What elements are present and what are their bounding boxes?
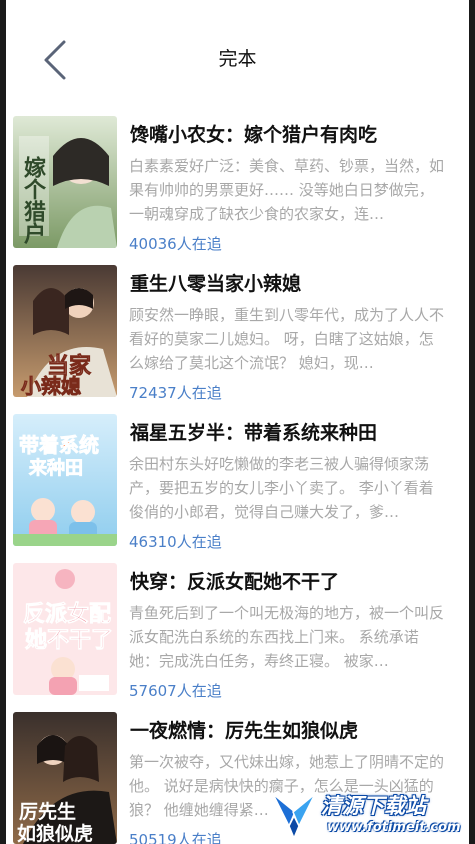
book-cover-image: 厉先生 如狼似虎 [13, 712, 117, 844]
book-title[interactable]: 重生八零当家小辣媳 [130, 269, 301, 296]
svg-text:带着系统: 带着系统 [19, 433, 99, 457]
follower-count: 40036人在追 [129, 235, 222, 253]
book-title[interactable]: 馋嘴小农女：嫁个猎户有肉吃 [130, 120, 377, 147]
book-cover-image: 嫁个猎户 [13, 116, 117, 248]
book-description: 青鱼死后到了一个叫无极海的地方，被一个叫反派女配洗白系统的东西找上门来。 系统承… [129, 604, 444, 670]
page-title: 完本 [218, 48, 257, 70]
book-cover[interactable]: 厉先生 如狼似虎 [13, 712, 117, 844]
book-cover[interactable]: 反派女配 她不干了 [13, 563, 117, 695]
book-description: 顾安然一睁眼，重生到八零年代，成为了人人不看好的莫家二儿媳妇。 呀，白瞎了这姑娘… [129, 306, 444, 372]
book-item[interactable]: 带着系统 来种田 福星五岁半：带着系统来种田 余田村东头好吃懒做的李老三被人骗得… [6, 408, 469, 557]
book-cover[interactable]: 嫁个猎户 [13, 116, 117, 248]
follower-count: 72437人在追 [129, 384, 222, 402]
book-cover[interactable]: 带着系统 来种田 [13, 414, 117, 546]
watermark-name: 清源下载站 [321, 794, 426, 818]
watermark: 清源下载站 www.fotimeit.com [263, 784, 463, 842]
book-title[interactable]: 快穿：反派女配她不干了 [130, 567, 339, 594]
app-header: 完本 [6, 0, 469, 110]
book-title[interactable]: 福星五岁半：带着系统来种田 [130, 418, 377, 445]
book-description: 余田村东头好吃懒做的李老三被人骗得倾家荡产，要把五岁的女儿李小丫卖了。 李小丫看… [129, 455, 434, 521]
follower-count: 46310人在追 [129, 533, 222, 551]
book-cover-image: 带着系统 来种田 [13, 414, 117, 546]
book-item[interactable]: 反派女配 她不干了 快穿：反派女配她不干了 青鱼死后到了一个叫无极海的地方，被一… [6, 557, 469, 706]
book-item[interactable]: 嫁个猎户 馋嘴小农女：嫁个猎户有肉吃 白素素爱好广泛：美食、草药、钞票，当然，如… [6, 110, 469, 259]
book-item[interactable]: 当家 小辣媳 重生八零当家小辣媳 顾安然一睁眼，重生到八零年代，成为了人人不看好… [6, 259, 469, 408]
svg-text:嫁个猎户: 嫁个猎户 [20, 155, 46, 245]
book-cover-image: 当家 小辣媳 [13, 265, 117, 397]
book-title[interactable]: 一夜燃情：厉先生如狼似虎 [130, 716, 358, 743]
svg-text:厉先生: 厉先生 [19, 800, 76, 823]
watermark-logo-icon [272, 793, 316, 840]
book-description: 白素素爱好广泛：美食、草药、钞票，当然，如果有帅帅的男票更好…… 没等她白日梦做… [129, 157, 444, 223]
follower-count: 57607人在追 [129, 682, 222, 700]
follower-count: 50519人在追 [129, 831, 222, 844]
book-cover[interactable]: 当家 小辣媳 [13, 265, 117, 397]
svg-text:来种田: 来种田 [28, 457, 83, 479]
watermark-url: www.fotimeit.com [327, 820, 461, 835]
svg-text:如狼似虎: 如狼似虎 [17, 822, 93, 844]
book-cover-image: 反派女配 她不干了 [13, 563, 117, 695]
svg-text:小辣媳: 小辣媳 [21, 374, 81, 397]
svg-text:她不干了: 她不干了 [25, 627, 113, 653]
book-list: 嫁个猎户 馋嘴小农女：嫁个猎户有肉吃 白素素爱好广泛：美食、草药、钞票，当然，如… [6, 110, 469, 844]
svg-text:反派女配: 反派女配 [23, 601, 111, 627]
right-frame-edge [469, 0, 475, 844]
